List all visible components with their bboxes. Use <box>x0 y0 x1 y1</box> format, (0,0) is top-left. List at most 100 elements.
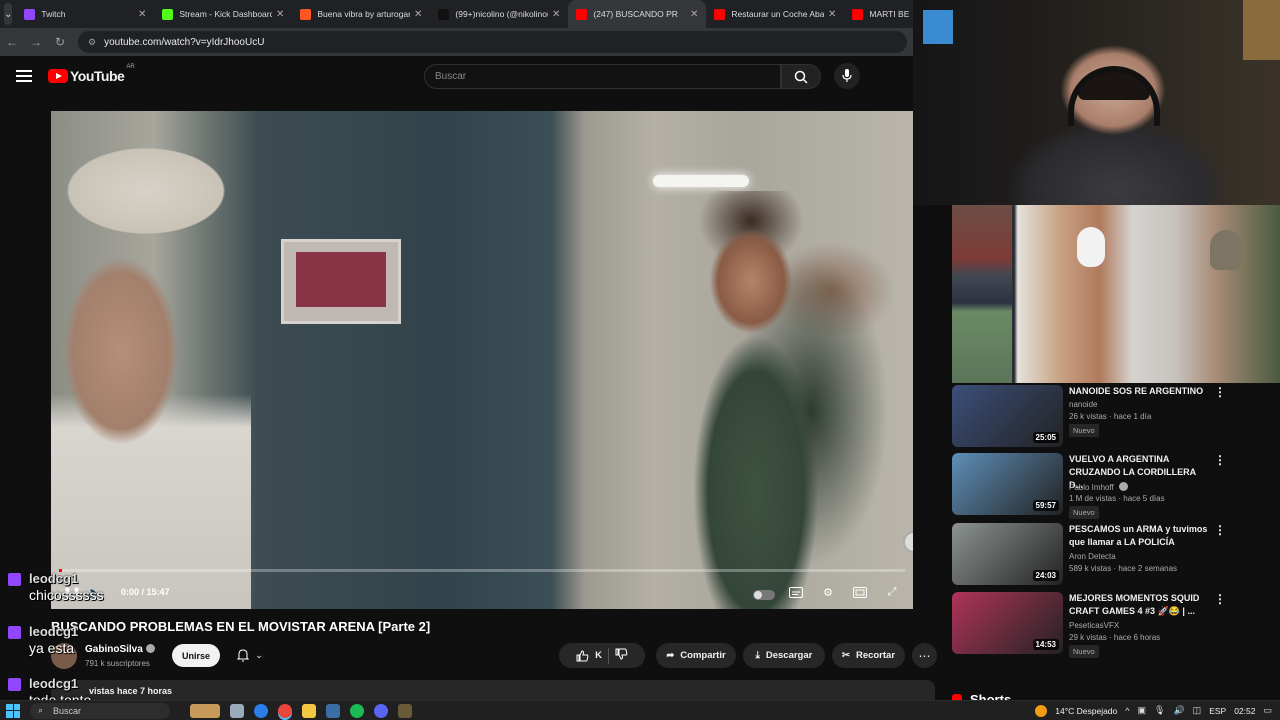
video-frame-sign <box>281 239 401 324</box>
browser-tab[interactable]: Buena vibra by arturogar ✕ <box>292 0 430 28</box>
related-video-channel[interactable]: Aron Detecta <box>1069 552 1116 561</box>
channel-name: GabinoSilva <box>85 644 143 655</box>
channel-name-link[interactable]: GabinoSilva <box>85 644 155 655</box>
discord-icon[interactable] <box>374 703 388 718</box>
related-video-stats: 29 k vistas · hace 6 horas <box>1069 633 1161 642</box>
download-icon: ⤓ <box>755 650 760 661</box>
related-video-item[interactable]: 24:03 PESCAMOS un ARMA y tuvimos que llam… <box>952 523 1272 589</box>
shorts-side-thumbnails[interactable] <box>952 205 1012 383</box>
tray-chevron-icon[interactable]: ^ <box>1125 706 1129 716</box>
more-vertical-icon[interactable]: ⋮ <box>1214 523 1226 537</box>
related-video-title[interactable]: MEJORES MOMENTOS SQUID CRAFT GAMES 4 #3 … <box>1069 592 1209 618</box>
youtube-logo[interactable]: YouTube AR <box>48 64 135 84</box>
thumbs-up-icon <box>576 649 589 661</box>
chrome-browser-icon[interactable] <box>278 703 292 718</box>
more-vertical-icon[interactable]: ⋮ <box>1214 592 1226 606</box>
download-button[interactable]: ⤓ Descargar <box>743 643 825 668</box>
taskbar-search-icon: ⌕ <box>38 705 44 715</box>
tab-close-icon[interactable]: ✕ <box>414 9 422 20</box>
autoplay-toggle[interactable] <box>753 581 775 603</box>
video-player[interactable]: ❚❚ 🔈 0:00 / 15:47 ⚙ ⤢ <box>51 111 913 609</box>
notification-icon[interactable]: ▭ <box>1263 705 1272 716</box>
spotify-icon[interactable] <box>350 703 364 718</box>
related-video-thumbnail[interactable]: 24:03 <box>952 523 1063 585</box>
search-box <box>424 64 781 89</box>
theater-mode-icon[interactable] <box>849 581 871 603</box>
menu-hamburger-icon[interactable] <box>16 70 32 82</box>
related-video-title[interactable]: NANOIDE SOS RE ARGENTINO <box>1069 385 1209 398</box>
taskbar-app-icon[interactable] <box>398 703 412 718</box>
tab-close-icon[interactable]: ✕ <box>828 9 836 20</box>
search-input[interactable] <box>425 65 780 88</box>
tab-title: (99+)nicolino (@nikolinou <box>455 9 548 19</box>
edge-browser-icon[interactable] <box>254 703 268 718</box>
more-vertical-icon[interactable]: ⋮ <box>1214 453 1226 467</box>
taskbar-app-icons <box>190 703 412 718</box>
join-button[interactable]: Unirse <box>172 644 220 667</box>
search-button[interactable] <box>781 64 821 89</box>
tab-title: Twitch <box>41 9 66 19</box>
related-video-thumbnail[interactable]: 25:05 <box>952 385 1063 447</box>
voice-search-button[interactable] <box>834 63 860 89</box>
back-arrow-icon[interactable]: ← <box>0 35 24 49</box>
fullscreen-icon[interactable]: ⤢ <box>881 581 903 603</box>
forward-arrow-icon[interactable]: → <box>24 35 48 49</box>
chat-username: leodcg1 <box>29 571 79 586</box>
site-info-icon[interactable]: ⚙ <box>88 37 96 48</box>
url-field[interactable]: ⚙ youtube.com/watch?v=yIdrJhooUcU <box>78 31 907 53</box>
language-indicator[interactable]: ESP <box>1209 706 1226 716</box>
youtube-header: YouTube AR <box>0 56 913 100</box>
video-progress-bar[interactable] <box>59 569 905 572</box>
chevron-down-icon: ⌄ <box>255 650 263 660</box>
task-view-icon[interactable] <box>230 703 244 718</box>
subtitles-icon[interactable] <box>785 581 807 603</box>
clock[interactable]: 02:52 <box>1234 706 1255 716</box>
related-video-channel[interactable]: Pablo Imhoff <box>1069 482 1129 492</box>
description-box[interactable]: vistas hace 7 horas <box>51 680 935 700</box>
related-video-title[interactable]: PESCAMOS un ARMA y tuvimos que llamar a … <box>1069 523 1209 549</box>
tab-close-icon[interactable]: ✕ <box>276 9 284 20</box>
notifications-bell-button[interactable]: ⌄ <box>228 644 272 667</box>
windows-start-icon[interactable] <box>6 703 20 718</box>
download-label: Descargar <box>765 650 813 661</box>
browser-tab[interactable]: Stream - Kick Dashboard ✕ <box>154 0 292 28</box>
related-video-item[interactable]: 25:05 NANOIDE SOS RE ARGENTINO nanoide 26 k… <box>952 385 1272 451</box>
related-video-stats: 26 k vistas · hace 1 día <box>1069 412 1152 421</box>
dislike-button[interactable] <box>615 648 628 663</box>
microphone-tray-icon[interactable]: 🎙 <box>1154 705 1165 716</box>
new-badge: Nuevo <box>1069 506 1099 519</box>
share-label: Compartir <box>680 650 726 661</box>
share-button[interactable]: ➦ Compartir <box>656 643 736 668</box>
taskbar-widget-icon[interactable] <box>190 703 220 718</box>
settings-gear-icon[interactable]: ⚙ <box>817 581 839 603</box>
related-video-channel[interactable]: nanoide <box>1069 400 1097 409</box>
clip-button[interactable]: ✂ Recortar <box>832 643 905 668</box>
camera-icon[interactable]: ▣ <box>1138 705 1147 716</box>
related-video-thumbnail[interactable]: 14:53 <box>952 592 1063 654</box>
related-video-item[interactable]: 59:57 VUELVO A ARGENTINA CRUZANDO LA CORD… <box>952 453 1272 519</box>
browser-tab[interactable]: Restaurar un Coche Aban ✕ <box>706 0 844 28</box>
shorts-preview-helmet-figure <box>1210 230 1242 270</box>
reload-icon[interactable]: ↻ <box>48 35 72 49</box>
like-button[interactable]: K <box>576 649 602 662</box>
more-vertical-icon[interactable]: ⋮ <box>1214 385 1226 399</box>
more-actions-button[interactable]: ⋯ <box>912 643 937 668</box>
volume-tray-icon[interactable]: 🔊 <box>1173 705 1184 716</box>
taskbar-search-box[interactable]: ⌕ Buscar <box>30 702 170 719</box>
store-icon[interactable] <box>326 703 340 718</box>
related-video-channel[interactable]: PeseticasVFX <box>1069 621 1119 630</box>
related-video-thumbnail[interactable]: 59:57 <box>952 453 1063 515</box>
tab-close-icon[interactable]: ✕ <box>690 9 698 20</box>
browser-tab[interactable]: Twitch ✕ <box>16 0 154 28</box>
tab-close-icon[interactable]: ✕ <box>552 9 560 20</box>
network-icon[interactable]: ◫ <box>1193 705 1202 716</box>
browser-tab[interactable]: (99+)nicolino (@nikolinou ✕ <box>430 0 568 28</box>
file-explorer-icon[interactable] <box>302 703 316 718</box>
browser-tab[interactable]: (247) BUSCANDO PR ✕ <box>568 0 707 28</box>
tab-favicon-icon <box>714 8 726 20</box>
weather-text[interactable]: 14°C Despejado <box>1055 706 1117 716</box>
tab-close-icon[interactable]: ✕ <box>138 9 146 20</box>
player-avatar-bubble[interactable] <box>903 531 913 553</box>
related-video-item[interactable]: 14:53 MEJORES MOMENTOS SQUID CRAFT GAMES … <box>952 592 1272 658</box>
tab-search-chevron-icon[interactable]: ⌄ <box>4 3 13 25</box>
